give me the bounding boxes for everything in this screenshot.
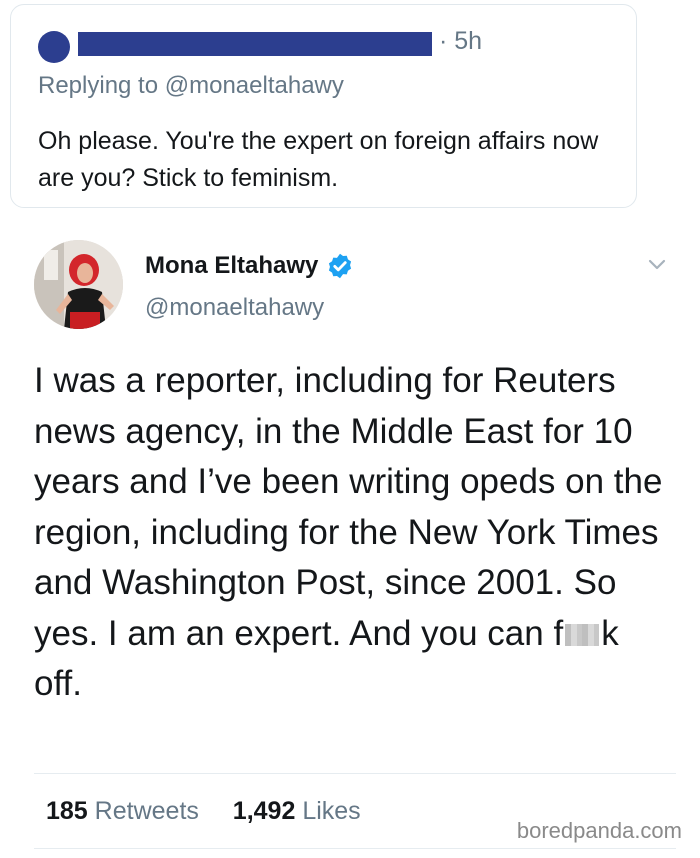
retweets-count: 185 [46, 797, 88, 825]
chevron-down-icon[interactable] [648, 258, 666, 272]
retweets-label: Retweets [94, 797, 199, 825]
tweet-text: I was a reporter, including for Reuters … [34, 356, 674, 710]
verified-badge-icon [329, 253, 352, 279]
reply-text: Oh please. You're the expert on foreign … [38, 127, 599, 192]
replying-to-prefix: Replying to [38, 72, 159, 99]
tweet-text-main: I was a reporter, including for Reuters … [34, 361, 663, 653]
likes-count: 1,492 [232, 797, 296, 825]
retweets-stat[interactable]: 185 Retweets [46, 797, 206, 825]
display-name-row[interactable]: Mona Eltahawy [145, 252, 354, 280]
reply-name-redacted [78, 32, 432, 56]
display-name[interactable]: Mona Eltahawy [145, 252, 318, 280]
reply-card[interactable]: · 5h Replying to @monaeltahawy Oh please… [10, 4, 637, 208]
likes-label: Likes [302, 797, 361, 825]
avatar[interactable] [34, 240, 123, 329]
replying-to-line: Replying to @monaeltahawy [38, 72, 344, 100]
watermark: boredpanda.com [516, 818, 682, 843]
reply-timestamp[interactable]: · 5h [439, 27, 482, 56]
censor-blur [565, 623, 600, 646]
divider [34, 773, 676, 774]
avatar-photo [34, 240, 123, 329]
likes-stat[interactable]: 1,492 Likes [226, 797, 361, 825]
divider [34, 848, 676, 849]
replying-to-mention[interactable]: @monaeltahawy [165, 72, 344, 99]
tweet-stats: 185 Retweets 1,492 Likes [46, 797, 361, 826]
reply-avatar-redacted[interactable] [38, 31, 70, 63]
handle[interactable]: @monaeltahawy [145, 294, 324, 322]
